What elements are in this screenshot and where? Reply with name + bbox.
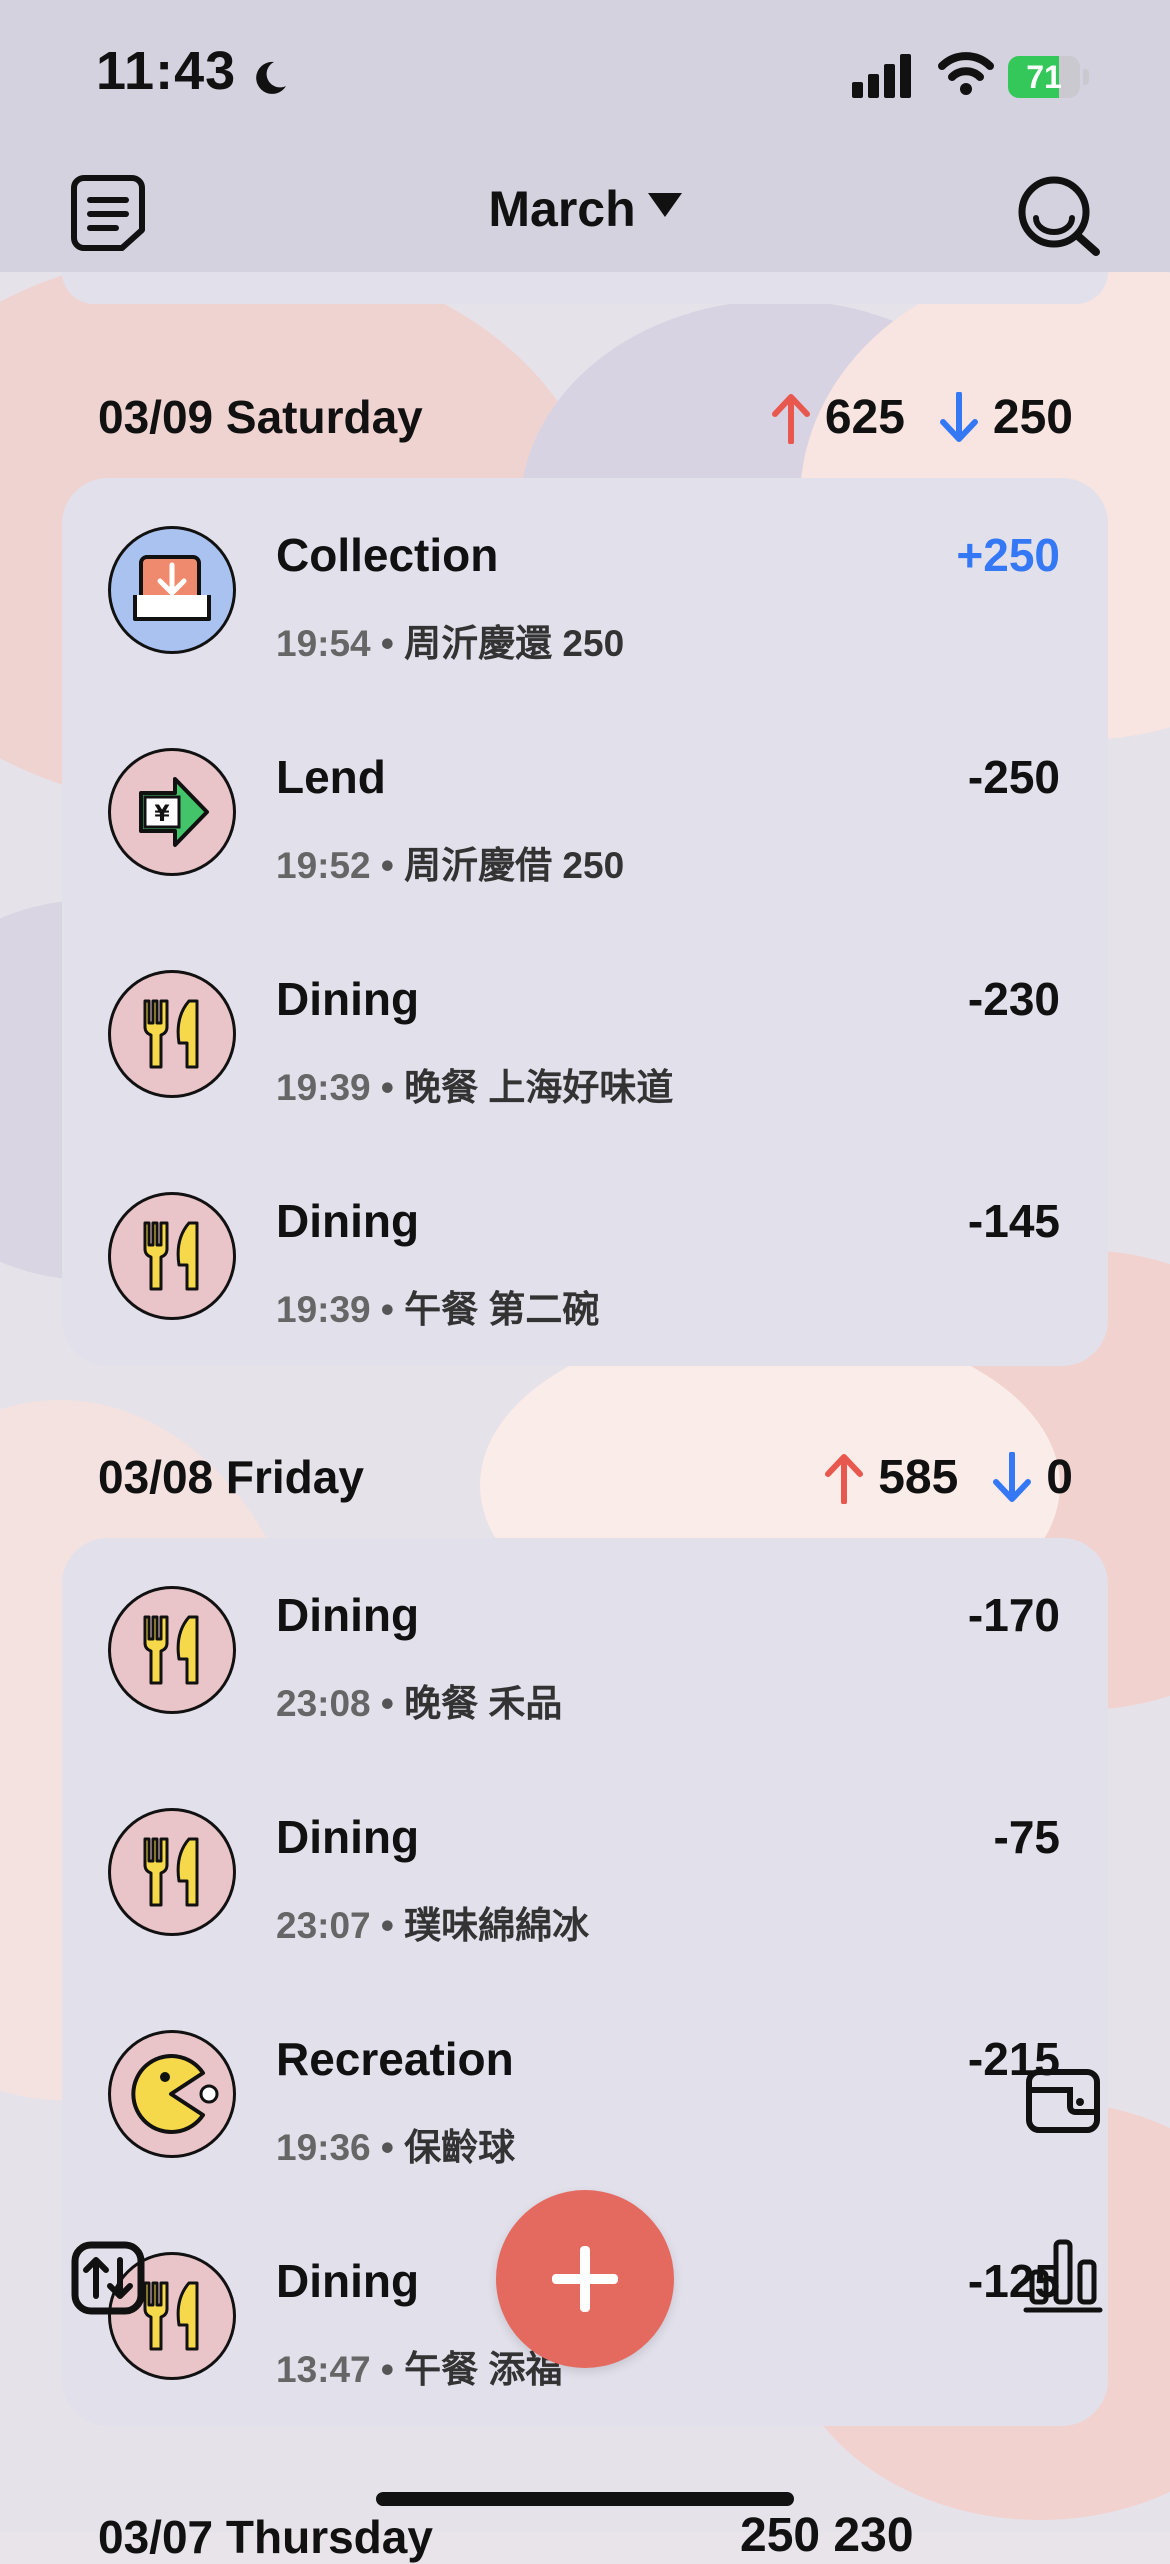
arrow-up-icon (825, 1453, 864, 1504)
transaction-note: 璞味綿綿冰 (404, 1905, 590, 1946)
transaction-note: 周沂慶借 250 (404, 845, 625, 886)
arrow-down-icon (993, 1451, 1032, 1502)
cellular-signal-icon (852, 54, 911, 98)
status-bar: 11:43 71 (0, 0, 1170, 150)
transaction-category: Lend (276, 751, 386, 803)
caret-down-icon (647, 192, 682, 217)
previous-card-edge (62, 272, 1108, 304)
add-transaction-button[interactable] (496, 2190, 674, 2368)
transaction-note: 午餐 第二碗 (404, 1289, 600, 1330)
day-date: 03/08 Friday (98, 1451, 364, 1503)
transaction-category: Dining (276, 973, 420, 1025)
top-nav-bar: March (0, 150, 1170, 272)
transaction-row[interactable]: Recreation 19:36 • 保齡球 -215 (62, 1982, 1108, 2204)
transaction-row[interactable]: Dining 19:39 • 午餐 第二碗 -145 (62, 1144, 1108, 1366)
transaction-note: 保齡球 (404, 2127, 516, 2168)
transaction-category: Dining (276, 1811, 420, 1863)
transaction-category: Recreation (276, 2033, 514, 2085)
home-indicator[interactable] (376, 2492, 794, 2506)
bar-chart-icon[interactable] (1022, 2234, 1104, 2316)
month-selector[interactable]: March (0, 180, 1170, 238)
next-day-date: 03/07 Thursday (98, 2511, 433, 2563)
transaction-row[interactable]: Dining 19:39 • 晚餐 上海好味道 -230 (62, 922, 1108, 1144)
wallet-icon[interactable] (1024, 2066, 1102, 2136)
dining-icon (108, 1808, 236, 1936)
transaction-amount: -230 (967, 973, 1060, 1025)
transaction-meta: 23:07 • 璞味綿綿冰 (276, 1905, 590, 1946)
transaction-time: 23:08 (276, 1683, 371, 1724)
svg-text:¥: ¥ (154, 802, 170, 827)
dining-icon (108, 1586, 236, 1714)
transaction-meta: 19:39 • 午餐 第二碗 (276, 1289, 600, 1330)
status-time: 11:43 (96, 41, 237, 101)
transaction-category: Dining (276, 1195, 420, 1247)
day-card: Collection 19:54 • 周沂慶還 250 +250 ¥ Lend … (62, 478, 1108, 1366)
next-day-totals: 250 230 (740, 2509, 914, 2562)
wifi-icon (938, 52, 994, 95)
transaction-meta: 19:36 • 保齡球 (276, 2127, 516, 2168)
day-date: 03/09 Saturday (98, 391, 423, 443)
transaction-row[interactable]: ¥ Lend 19:52 • 周沂慶借 250 -250 (62, 700, 1108, 922)
transaction-note: 晚餐 禾品 (404, 1683, 563, 1724)
day-header: 03/09 Saturday 625 250 (98, 390, 1073, 450)
dining-icon (108, 1192, 236, 1320)
battery-icon: 71 (1008, 56, 1080, 98)
collection-icon (108, 526, 236, 654)
transaction-amount: -75 (993, 1811, 1060, 1863)
dining-icon (108, 970, 236, 1098)
battery-level: 71 (1026, 59, 1062, 95)
lend-icon: ¥ (108, 748, 236, 876)
transaction-note: 晚餐 上海好味道 (404, 1067, 674, 1108)
day-income: 585 (878, 1451, 959, 1504)
moon-icon (256, 61, 286, 94)
transaction-meta: 19:39 • 晚餐 上海好味道 (276, 1067, 674, 1108)
transaction-time: 23:07 (276, 1905, 371, 1946)
transaction-amount: +250 (956, 529, 1060, 581)
arrow-up-icon (771, 393, 810, 444)
transaction-time: 19:54 (276, 623, 371, 664)
transaction-row[interactable]: Collection 19:54 • 周沂慶還 250 +250 (62, 478, 1108, 700)
transaction-amount: -250 (967, 751, 1060, 803)
day-expense: 250 (992, 391, 1073, 444)
transaction-meta: 19:54 • 周沂慶還 250 (276, 623, 625, 664)
transaction-row[interactable]: Dining 23:08 • 晚餐 禾品 -170 (62, 1538, 1108, 1760)
transaction-amount: -170 (967, 1589, 1060, 1641)
transaction-category: Collection (276, 529, 499, 581)
transaction-row[interactable]: Dining 23:07 • 璞味綿綿冰 -75 (62, 1760, 1108, 1982)
search-icon[interactable] (1016, 172, 1104, 260)
arrow-down-icon (939, 391, 978, 442)
transaction-amount: -145 (967, 1195, 1060, 1247)
transaction-time: 19:39 (276, 1289, 371, 1330)
battery-indicator: 71 (1008, 56, 1089, 98)
transaction-category: Dining (276, 1589, 420, 1641)
transaction-time: 13:47 (276, 2349, 371, 2390)
day-expense: 0 (1046, 1451, 1073, 1504)
day-header: 03/08 Friday 585 0 (98, 1450, 1073, 1510)
transfer-icon[interactable] (70, 2240, 146, 2316)
day-totals: 625 250 (771, 390, 1073, 445)
day-income: 625 (824, 391, 905, 444)
transaction-meta: 19:52 • 周沂慶借 250 (276, 845, 625, 886)
day-totals: 585 0 (824, 1450, 1073, 1505)
transaction-meta: 13:47 • 午餐 添福 (276, 2349, 563, 2390)
recreation-icon (108, 2030, 236, 2158)
transaction-meta: 23:08 • 晚餐 禾品 (276, 1683, 563, 1724)
month-label: March (488, 181, 636, 237)
transaction-time: 19:36 (276, 2127, 371, 2168)
transaction-note: 周沂慶還 250 (404, 623, 625, 664)
transaction-time: 19:52 (276, 845, 371, 886)
transaction-time: 19:39 (276, 1067, 371, 1108)
transaction-category: Dining (276, 2255, 420, 2307)
